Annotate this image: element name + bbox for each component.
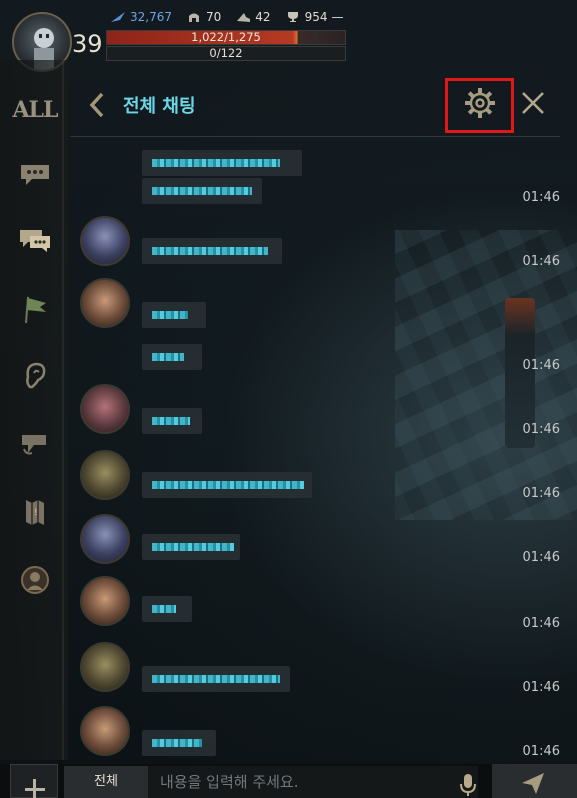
message-bubble[interactable] — [142, 596, 192, 622]
message-bubble[interactable] — [142, 150, 302, 176]
settings-button[interactable] — [463, 86, 497, 120]
sidebar-item-all[interactable]: ALL — [12, 88, 58, 132]
chevron-left-icon — [89, 92, 104, 118]
sender-avatar[interactable] — [80, 450, 130, 500]
sender-avatar[interactable] — [80, 706, 130, 756]
feather-icon — [111, 12, 125, 22]
chat-message: 01:46 — [80, 150, 560, 210]
map-scroll-icon: ! — [26, 500, 44, 525]
chat-message: 01:46 — [80, 642, 560, 702]
header-divider — [70, 136, 560, 137]
close-icon — [522, 92, 544, 114]
chat-message: 01:46 — [80, 450, 560, 510]
message-time: 01:46 — [522, 680, 560, 695]
send-icon — [522, 773, 544, 794]
message-bubble[interactable] — [142, 344, 202, 370]
message-bubble[interactable] — [142, 302, 206, 328]
player-level: 39 — [72, 30, 103, 58]
gear-icon — [465, 88, 495, 118]
message-bubble[interactable] — [142, 178, 262, 204]
send-button[interactable] — [492, 764, 577, 798]
guild-flag-icon — [25, 296, 46, 324]
message-time: 01:46 — [522, 422, 560, 437]
message-time: 01:46 — [522, 550, 560, 565]
speech-bubble-icon — [21, 165, 49, 185]
close-button[interactable] — [518, 88, 548, 118]
xp-bar: 0/122 — [106, 46, 346, 61]
message-time: 01:46 — [522, 190, 560, 205]
sender-avatar[interactable] — [80, 384, 130, 434]
chat-message: 01:46 — [80, 706, 560, 766]
microphone-icon — [460, 774, 476, 796]
message-bubble[interactable] — [142, 666, 290, 692]
message-bubble[interactable] — [142, 472, 312, 498]
sidebar-item-party[interactable] — [12, 218, 58, 262]
chat-message: 01:46 — [80, 514, 560, 574]
message-time: 01:46 — [522, 254, 560, 269]
message-time: 01:46 — [522, 358, 560, 373]
chat-message: 01:46 — [80, 216, 560, 276]
sidebar-item-guild[interactable] — [12, 288, 58, 332]
trophy-stat: 954 — — [285, 10, 343, 24]
chat-message: 01:46 — [80, 278, 560, 373]
message-time: 01:46 — [522, 616, 560, 631]
hp-bar: 1,022/1,275 — [106, 30, 346, 45]
sender-avatar[interactable] — [80, 216, 130, 266]
sidebar-item-chat[interactable] — [12, 152, 58, 196]
trophy-icon — [287, 12, 298, 22]
back-button[interactable] — [86, 90, 108, 120]
sidebar-item-whisper[interactable] — [12, 354, 58, 398]
portrait-frame-icon — [21, 566, 49, 594]
add-button[interactable] — [10, 764, 58, 798]
sidebar-item-map[interactable]: ! — [12, 490, 58, 534]
boots-icon — [237, 13, 251, 22]
sender-avatar[interactable] — [80, 642, 130, 692]
sidebar-item-social[interactable] — [12, 422, 58, 466]
gem-stat: 32,767 — [110, 10, 172, 24]
message-time: 01:46 — [522, 744, 560, 759]
party-chat-icon — [20, 230, 50, 252]
sidebar-item-friends[interactable] — [12, 558, 58, 602]
helm-stat: 70 — [186, 10, 221, 24]
mic-button[interactable] — [458, 770, 478, 798]
message-bubble[interactable] — [142, 730, 216, 756]
svg-text:!: ! — [34, 508, 38, 518]
chat-input[interactable] — [148, 766, 478, 798]
sidebar-divider — [62, 60, 64, 760]
chat-title: 전체 채팅 — [123, 96, 196, 117]
message-bubble[interactable] — [142, 534, 240, 560]
chat-message: 01:46 — [80, 576, 560, 636]
sender-avatar[interactable] — [80, 576, 130, 626]
message-bubble[interactable] — [142, 408, 202, 434]
boots-stat: 42 — [235, 10, 271, 24]
ear-icon — [26, 362, 46, 389]
chat-message: 01:46 — [80, 384, 560, 444]
helmet-icon — [189, 13, 199, 22]
message-bubble[interactable] — [142, 238, 282, 264]
currency-bar: 32,767 70 42 954 — — [110, 8, 343, 26]
channel-select[interactable]: 전체 — [64, 766, 148, 798]
sender-avatar[interactable] — [80, 514, 130, 564]
sender-avatar[interactable] — [80, 278, 130, 328]
social-speech-icon — [22, 435, 46, 455]
message-time: 01:46 — [522, 486, 560, 501]
